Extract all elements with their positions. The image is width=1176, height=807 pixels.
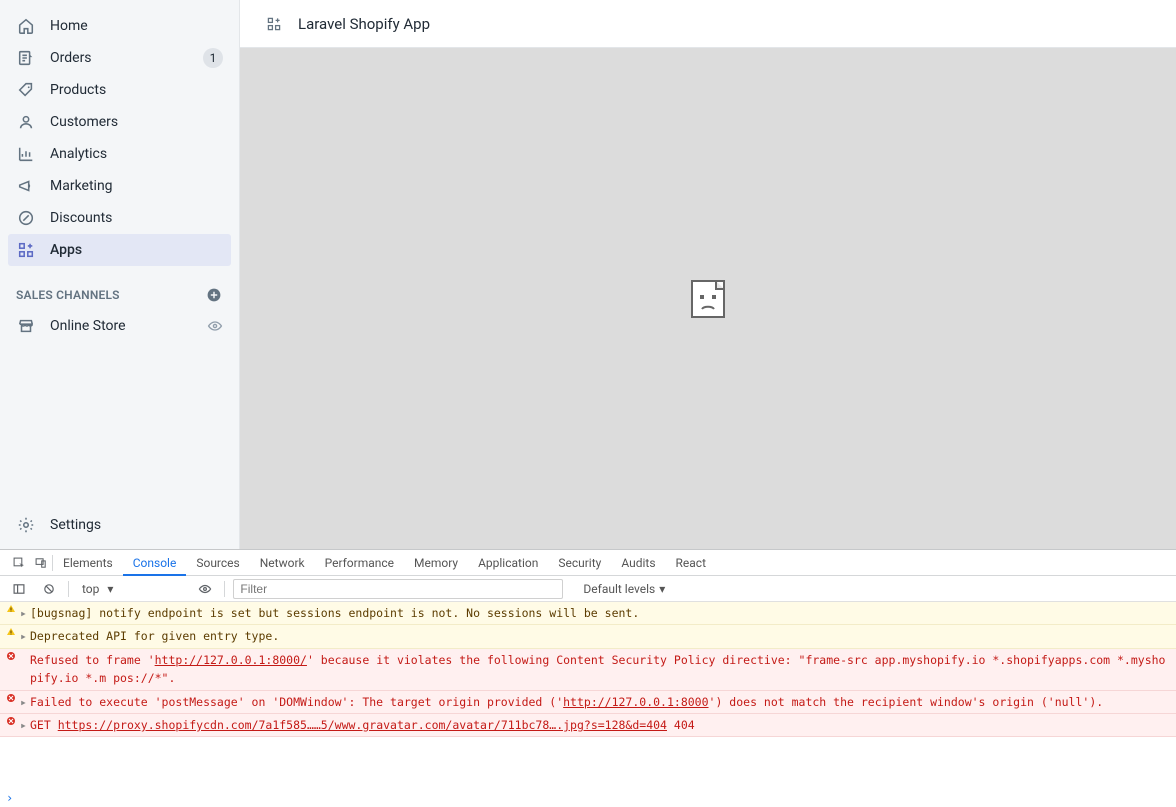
log-message: GET https://proxy.shopifycdn.com/7a1f585…: [30, 716, 1170, 734]
main: Laravel Shopify App: [240, 0, 1176, 549]
device-mode-icon[interactable]: [30, 552, 52, 574]
console-prompt[interactable]: ›: [0, 789, 1176, 807]
discounts-icon: [16, 208, 36, 228]
store-icon: [16, 316, 36, 336]
log-message: Deprecated API for given entry type.: [30, 627, 1170, 645]
error-icon: [6, 693, 20, 703]
tab-application[interactable]: Application: [468, 550, 548, 576]
add-channel-button[interactable]: [205, 286, 223, 304]
sidebar-item-analytics[interactable]: Analytics: [8, 138, 231, 170]
sidebar-item-marketing[interactable]: Marketing: [8, 170, 231, 202]
apps-icon: [16, 240, 36, 260]
tab-elements[interactable]: Elements: [53, 550, 123, 576]
primary-nav: Home Orders 1 Products Customers: [0, 0, 239, 266]
live-expression-icon[interactable]: [194, 578, 216, 600]
sidebar-item-customers[interactable]: Customers: [8, 106, 231, 138]
topbar: Laravel Shopify App: [240, 0, 1176, 48]
sidebar-item-settings[interactable]: Settings: [0, 501, 239, 549]
error-icon: [6, 651, 20, 661]
sidebar-item-home[interactable]: Home: [8, 10, 231, 42]
inspect-icon[interactable]: [8, 552, 30, 574]
sales-channels-header: SALES CHANNELS: [0, 266, 239, 310]
analytics-icon: [16, 144, 36, 164]
sidebar: Home Orders 1 Products Customers: [0, 0, 240, 549]
tab-network[interactable]: Network: [250, 550, 315, 576]
sidebar-item-orders[interactable]: Orders 1: [8, 42, 231, 74]
sidebar-item-discounts[interactable]: Discounts: [8, 202, 231, 234]
tab-audits[interactable]: Audits: [611, 550, 665, 576]
warning-icon: [6, 604, 20, 614]
sales-channels-title: SALES CHANNELS: [16, 288, 120, 302]
gear-icon: [16, 515, 36, 535]
tab-console[interactable]: Console: [123, 550, 187, 576]
products-icon: [16, 80, 36, 100]
log-message: [bugsnag] notify endpoint is set but ses…: [30, 604, 1170, 622]
chevron-down-icon: ▾: [659, 582, 665, 596]
console-sidebar-toggle[interactable]: [8, 578, 30, 600]
apps-icon: [264, 14, 284, 34]
log-levels-select[interactable]: Default levels ▾: [583, 582, 665, 596]
sidebar-item-apps[interactable]: Apps: [8, 234, 231, 266]
expand-icon[interactable]: ▸: [20, 716, 30, 734]
devtools-tabs: Elements Console Sources Network Perform…: [0, 550, 1176, 576]
sidebar-item-label: Analytics: [50, 146, 223, 162]
tab-react[interactable]: React: [666, 550, 717, 576]
console-log-row[interactable]: ▸Failed to execute 'postMessage' on 'DOM…: [0, 691, 1176, 714]
console-log-row[interactable]: Refused to frame 'http://127.0.0.1:8000/…: [0, 649, 1176, 691]
sidebar-item-label: Orders: [50, 50, 203, 66]
sidebar-item-label: Discounts: [50, 210, 223, 226]
sidebar-item-label: Customers: [50, 114, 223, 130]
orders-badge: 1: [203, 48, 223, 68]
settings-label: Settings: [50, 517, 101, 533]
channel-online-store[interactable]: Online Store: [0, 310, 239, 342]
console-output: ▸[bugsnag] notify endpoint is set but se…: [0, 602, 1176, 789]
console-log-row[interactable]: ▸[bugsnag] notify endpoint is set but se…: [0, 602, 1176, 625]
sidebar-item-label: Apps: [50, 242, 223, 258]
console-toolbar: top ▾ Default levels ▾: [0, 576, 1176, 602]
preview-store-button[interactable]: [207, 318, 223, 334]
warning-icon: [6, 627, 20, 637]
tab-sources[interactable]: Sources: [186, 550, 249, 576]
home-icon: [16, 16, 36, 36]
error-icon: [6, 716, 20, 726]
broken-page-icon: [690, 279, 726, 319]
console-log-row[interactable]: ▸GET https://proxy.shopifycdn.com/7a1f58…: [0, 714, 1176, 737]
page-title: Laravel Shopify App: [298, 15, 430, 33]
console-filter-input[interactable]: [233, 579, 563, 599]
log-message: Failed to execute 'postMessage' on 'DOMW…: [30, 693, 1170, 711]
tab-performance[interactable]: Performance: [315, 550, 404, 576]
tab-memory[interactable]: Memory: [404, 550, 468, 576]
orders-icon: [16, 48, 36, 68]
expand-icon[interactable]: ▸: [20, 693, 30, 711]
log-message: Refused to frame 'http://127.0.0.1:8000/…: [30, 651, 1170, 688]
sidebar-item-label: Products: [50, 82, 223, 98]
execution-context-select[interactable]: top ▾: [77, 581, 118, 597]
sidebar-item-label: Home: [50, 18, 223, 34]
sidebar-item-label: Marketing: [50, 178, 223, 194]
app-iframe-placeholder: [240, 48, 1176, 549]
expand-icon[interactable]: ▸: [20, 604, 30, 622]
devtools: Elements Console Sources Network Perform…: [0, 549, 1176, 807]
customers-icon: [16, 112, 36, 132]
tab-security[interactable]: Security: [548, 550, 611, 576]
sidebar-item-products[interactable]: Products: [8, 74, 231, 106]
channel-label: Online Store: [50, 318, 207, 334]
clear-console-icon[interactable]: [38, 578, 60, 600]
console-log-row[interactable]: ▸Deprecated API for given entry type.: [0, 625, 1176, 648]
chevron-down-icon: ▾: [107, 582, 113, 596]
expand-icon[interactable]: ▸: [20, 627, 30, 645]
marketing-icon: [16, 176, 36, 196]
